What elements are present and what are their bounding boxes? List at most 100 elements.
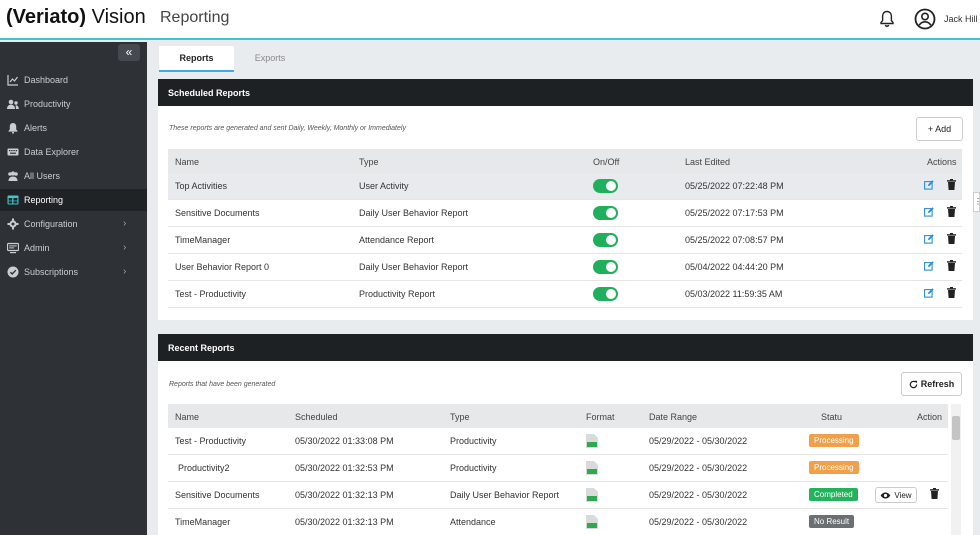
excel-file-icon[interactable] xyxy=(586,515,598,529)
column-header-format[interactable]: Format xyxy=(586,412,615,422)
report-toggle-switch[interactable] xyxy=(593,260,618,274)
notifications-bell-icon[interactable] xyxy=(879,10,895,28)
table-row[interactable]: Sensitive Documents 05/30/2022 01:32:13 … xyxy=(168,482,948,509)
chevron-right-icon: › xyxy=(123,242,127,253)
check-circle-icon xyxy=(7,266,19,278)
column-header-last-edited[interactable]: Last Edited xyxy=(685,157,730,167)
user-name[interactable]: Jack Hill xyxy=(944,14,978,24)
report-type: Productivity xyxy=(450,463,497,473)
sidebar-item-admin[interactable]: Admin › xyxy=(0,237,147,259)
report-date-range: 05/29/2022 - 05/30/2022 xyxy=(649,436,748,446)
scrollbar-thumb[interactable] xyxy=(952,416,960,440)
report-name: TimeManager xyxy=(175,235,231,245)
table-row[interactable]: Test - Productivity Productivity Report … xyxy=(168,281,962,308)
sidebar-item-configuration[interactable]: Configuration › xyxy=(0,213,147,235)
report-scheduled: 05/30/2022 01:33:08 PM xyxy=(295,436,394,446)
app-logo[interactable]: (Veriato) Vision xyxy=(6,6,146,29)
report-toggle-switch[interactable] xyxy=(593,287,618,301)
sidebar-item-data-explorer[interactable]: Data Explorer xyxy=(0,141,147,163)
edit-icon[interactable] xyxy=(924,234,934,244)
table-row[interactable]: TimeManager Attendance Report 05/25/2022… xyxy=(168,227,962,254)
table-row[interactable]: TimeManager 05/30/2022 01:32:13 PM Atten… xyxy=(168,509,948,535)
report-scheduled: 05/30/2022 01:32:13 PM xyxy=(295,517,394,527)
excel-file-icon[interactable] xyxy=(586,434,598,448)
sidebar-item-dashboard[interactable]: Dashboard xyxy=(0,69,147,91)
report-type: Attendance xyxy=(450,517,496,527)
sidebar-item-alerts[interactable]: Alerts xyxy=(0,117,147,139)
table-row[interactable]: Sensitive Documents Daily User Behavior … xyxy=(168,200,962,227)
table-row[interactable]: User Behavior Report 0 Daily User Behavi… xyxy=(168,254,962,281)
top-header: (Veriato) Vision Reporting Jack Hill xyxy=(0,0,980,40)
table-icon xyxy=(7,195,19,205)
table-scrollbar[interactable] xyxy=(951,404,961,535)
report-last-edited: 05/25/2022 07:22:48 PM xyxy=(685,181,784,191)
sidebar-item-productivity[interactable]: Productivity xyxy=(0,93,147,115)
refresh-label: Refresh xyxy=(920,379,955,389)
excel-file-icon[interactable] xyxy=(586,461,598,475)
view-label: View xyxy=(894,490,912,500)
tab-exports[interactable]: Exports xyxy=(239,46,301,72)
report-toggle-switch[interactable] xyxy=(593,179,618,193)
column-header-action: Action xyxy=(917,412,943,422)
recent-reports-title: Recent Reports xyxy=(158,334,973,361)
table-header: Name Type On/Off Last Edited Actions xyxy=(168,149,962,173)
refresh-button[interactable]: Refresh xyxy=(901,372,962,396)
column-header-on-off[interactable]: On/Off xyxy=(593,157,619,167)
column-header-type[interactable]: Type xyxy=(450,412,470,422)
trash-icon[interactable] xyxy=(947,260,956,271)
edit-icon[interactable] xyxy=(924,261,934,271)
users-icon xyxy=(7,99,19,109)
collapse-sidebar-button[interactable]: « xyxy=(118,44,140,61)
report-name: Test - Productivity xyxy=(175,289,247,299)
side-panel-handle[interactable]: ⋮ xyxy=(973,192,980,212)
report-last-edited: 05/25/2022 07:08:57 PM xyxy=(685,235,784,245)
report-name: TimeManager xyxy=(175,517,231,527)
sidebar-item-label: Subscriptions xyxy=(24,267,79,277)
column-header-name[interactable]: Name xyxy=(175,412,199,422)
sidebar-item-subscriptions[interactable]: Subscriptions › xyxy=(0,261,147,283)
column-header-name[interactable]: Name xyxy=(175,157,199,167)
scheduled-reports-title: Scheduled Reports xyxy=(158,79,973,106)
trash-icon[interactable] xyxy=(947,233,956,244)
edit-icon[interactable] xyxy=(924,207,934,217)
report-name: User Behavior Report 0 xyxy=(175,262,270,272)
scheduled-reports-subtitle: These reports are generated and sent Dai… xyxy=(169,125,406,132)
edit-icon[interactable] xyxy=(924,288,934,298)
edit-icon[interactable] xyxy=(924,180,934,190)
report-type: Daily User Behavior Report xyxy=(359,208,469,218)
eye-icon xyxy=(881,491,891,499)
report-toggle-switch[interactable] xyxy=(593,233,618,247)
trash-icon[interactable] xyxy=(947,179,956,190)
recent-reports-subtitle: Reports that have been generated xyxy=(169,381,276,388)
report-name: Top Activities xyxy=(175,181,228,191)
add-report-button[interactable]: + Add xyxy=(916,117,963,141)
sidebar-item-label: All Users xyxy=(24,171,61,181)
report-name: Productivity2 xyxy=(178,463,230,473)
trash-icon[interactable] xyxy=(947,206,956,217)
status-badge: Processing xyxy=(809,434,859,447)
report-date-range: 05/29/2022 - 05/30/2022 xyxy=(649,517,748,527)
sidebar-item-label: Productivity xyxy=(24,99,71,109)
excel-file-icon[interactable] xyxy=(586,488,598,502)
column-header-scheduled[interactable]: Scheduled xyxy=(295,412,338,422)
table-row[interactable]: Productivity2 05/30/2022 01:32:53 PM Pro… xyxy=(168,455,948,482)
sidebar-item-reporting[interactable]: Reporting xyxy=(0,189,147,211)
column-header-date-range[interactable]: Date Range xyxy=(649,412,697,422)
sidebar-item-all-users[interactable]: All Users xyxy=(0,165,147,187)
column-header-type[interactable]: Type xyxy=(359,157,379,167)
scheduled-reports-card: Scheduled Reports These reports are gene… xyxy=(158,79,973,320)
tab-reports[interactable]: Reports xyxy=(159,46,234,72)
report-scheduled: 05/30/2022 01:32:13 PM xyxy=(295,490,394,500)
report-toggle-switch[interactable] xyxy=(593,206,618,220)
column-header-actions: Actions xyxy=(927,157,957,167)
trash-icon[interactable] xyxy=(930,488,939,499)
gear-icon xyxy=(7,218,19,230)
user-avatar-icon[interactable] xyxy=(914,8,936,30)
view-button[interactable]: View xyxy=(875,487,917,503)
sidebar-item-label: Dashboard xyxy=(24,75,69,85)
status-badge: Processing xyxy=(809,461,859,474)
table-row[interactable]: Test - Productivity 05/30/2022 01:33:08 … xyxy=(168,428,948,455)
column-header-status[interactable]: Statu xyxy=(821,412,842,422)
trash-icon[interactable] xyxy=(947,287,956,298)
table-row[interactable]: Top Activities User Activity 05/25/2022 … xyxy=(168,173,962,200)
